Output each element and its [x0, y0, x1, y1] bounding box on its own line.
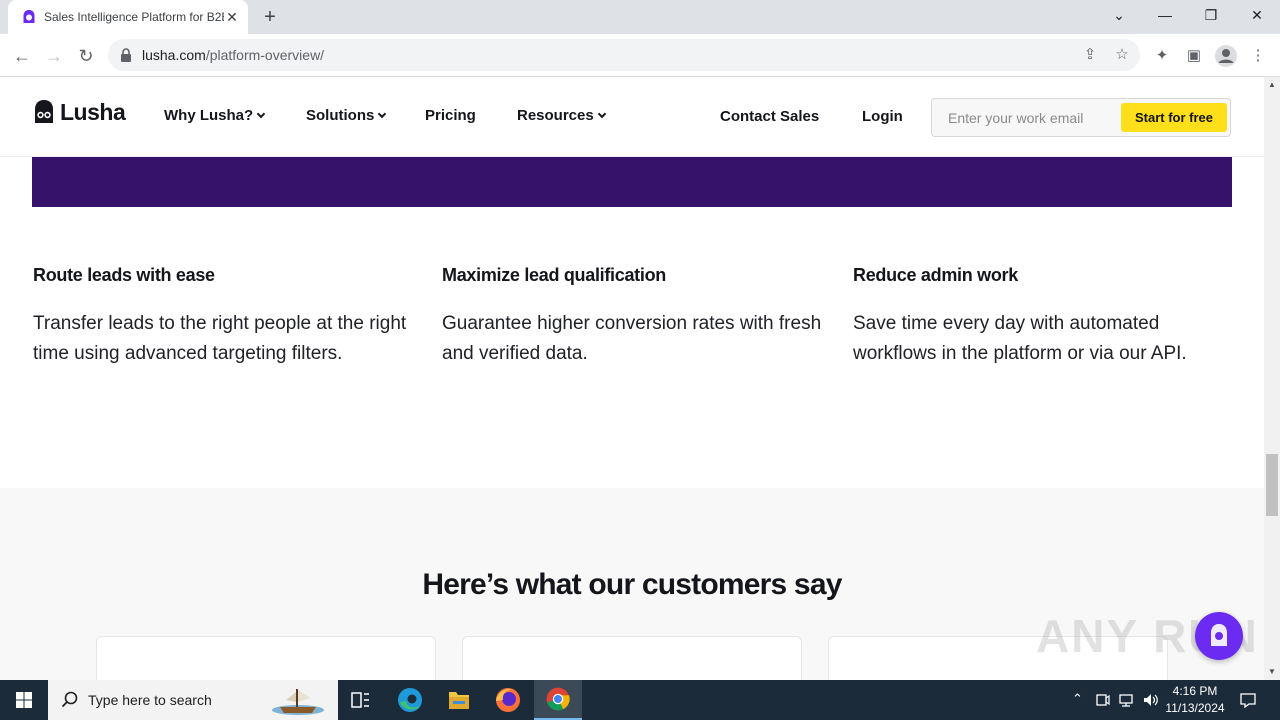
feature-title: Reduce admin work — [853, 265, 1018, 285]
volume-icon[interactable] — [1142, 691, 1160, 709]
chat-widget-button[interactable] — [1195, 612, 1243, 660]
feature-body: Guarantee higher conversion rates with f… — [442, 313, 822, 364]
taskbar-search-box[interactable]: Type here to search — [48, 680, 338, 720]
forward-icon[interactable]: → — [40, 42, 68, 70]
nav-pricing[interactable]: Pricing — [425, 107, 476, 124]
nav-why-lusha[interactable]: Why Lusha? — [164, 107, 266, 124]
search-icon — [61, 691, 78, 708]
scroll-down-arrow-icon[interactable]: ▼ — [1264, 664, 1280, 680]
nav-resources-label: Resources — [517, 107, 594, 124]
hero-media-band — [32, 157, 1232, 207]
browser-tab-active[interactable]: Sales Intelligence Platform for B2B ✕ — [8, 0, 248, 34]
side-panel-icon[interactable]: ▣ — [1181, 43, 1207, 69]
task-view-icon[interactable] — [336, 680, 384, 720]
taskbar-search-placeholder: Type here to search — [88, 692, 212, 708]
tab-title: Sales Intelligence Platform for B2B — [44, 10, 224, 24]
nav-why-lusha-label: Why Lusha? — [164, 107, 254, 124]
feature-body: Transfer leads to the right people at th… — [33, 313, 407, 364]
address-bar[interactable]: lusha.com/platform-overview/ ⇪ ☆ — [108, 39, 1140, 71]
url-path: /platform-overview/ — [205, 47, 325, 63]
login-link[interactable]: Login — [862, 108, 903, 125]
testimonials-heading: Here’s what our customers say — [422, 568, 842, 601]
feature-title: Route leads with ease — [33, 265, 215, 285]
work-email-input[interactable] — [933, 100, 1117, 135]
brand-name: Lusha — [60, 99, 126, 125]
signup-form: Start for free — [931, 98, 1231, 137]
windows-start-icon[interactable] — [0, 680, 48, 720]
lock-icon[interactable] — [120, 48, 132, 62]
minimize-window-button[interactable]: — — [1142, 0, 1188, 30]
file-explorer-icon[interactable] — [435, 680, 483, 720]
nav-solutions[interactable]: Solutions — [306, 107, 387, 124]
restore-window-button[interactable]: ❐ — [1188, 0, 1234, 30]
system-clock[interactable]: 4:16 PM 11/13/2024 — [1160, 683, 1230, 717]
feature-body: Save time every day with automated workf… — [853, 313, 1187, 364]
profile-avatar-icon[interactable] — [1213, 43, 1239, 69]
close-window-button[interactable]: ✕ — [1234, 0, 1280, 30]
feature-reduce-admin: Reduce admin work Save time every day wi… — [853, 265, 1233, 369]
chat-icon — [1211, 624, 1227, 646]
browser-menu-kebab-icon[interactable]: ⋮ — [1245, 43, 1271, 69]
lusha-logo-mark-icon — [35, 100, 53, 123]
nav-solutions-label: Solutions — [306, 107, 375, 124]
bookmark-star-icon[interactable]: ☆ — [1112, 45, 1132, 65]
reload-icon[interactable]: ↻ — [72, 42, 100, 70]
browser-tab-bar: Sales Intelligence Platform for B2B ✕ + … — [0, 0, 1280, 34]
windows-taskbar: Type here to search ⌃ 4:16 PM 11/13/2024 — [0, 680, 1280, 720]
tab-search-dropdown-icon[interactable]: ⌄ — [1096, 0, 1142, 30]
url-text[interactable]: lusha.com/platform-overview/ — [142, 47, 324, 63]
feature-route-leads: Route leads with ease Transfer leads to … — [33, 265, 423, 369]
nav-pricing-label: Pricing — [425, 107, 476, 124]
firefox-icon[interactable] — [484, 680, 532, 720]
search-highlight-illustration-icon — [272, 689, 324, 715]
tab-close-icon[interactable]: ✕ — [223, 8, 241, 26]
scroll-thumb[interactable] — [1266, 454, 1278, 516]
scroll-up-arrow-icon[interactable]: ▲ — [1264, 77, 1280, 93]
browser-toolbar: ← → ↻ lusha.com/platform-overview/ ⇪ ☆ ✦… — [0, 34, 1280, 77]
chevron-down-icon — [256, 109, 266, 119]
url-domain: lusha.com — [142, 47, 206, 63]
nav-resources[interactable]: Resources — [517, 107, 606, 124]
site-header: Lusha Why Lusha? Solutions Pricing Resou… — [0, 77, 1264, 157]
chevron-down-icon — [378, 109, 387, 119]
contact-sales-link[interactable]: Contact Sales — [720, 108, 819, 125]
chrome-icon[interactable] — [534, 680, 582, 720]
share-icon[interactable]: ⇪ — [1080, 45, 1100, 65]
back-icon[interactable]: ← — [8, 42, 36, 70]
show-hidden-icons-chevron-icon[interactable]: ⌃ — [1072, 691, 1083, 707]
edge-browser-icon[interactable] — [386, 680, 434, 720]
notifications-icon[interactable] — [1238, 690, 1258, 710]
lusha-favicon-icon — [23, 10, 35, 23]
extensions-puzzle-icon[interactable]: ✦ — [1149, 43, 1175, 69]
testimonial-card — [462, 636, 802, 680]
clock-date: 11/13/2024 — [1165, 701, 1225, 715]
network-icon[interactable] — [1118, 691, 1136, 709]
clock-time: 4:16 PM — [1172, 684, 1218, 698]
testimonial-card — [96, 636, 436, 680]
feature-lead-qualification: Maximize lead qualification Guarantee hi… — [442, 265, 832, 369]
page-viewport: Lusha Why Lusha? Solutions Pricing Resou… — [0, 77, 1264, 680]
page-scrollbar[interactable]: ▲ ▼ — [1264, 77, 1280, 680]
new-tab-button[interactable]: + — [258, 6, 282, 28]
meet-now-icon[interactable] — [1095, 691, 1111, 709]
chevron-down-icon — [597, 109, 606, 119]
feature-title: Maximize lead qualification — [442, 265, 666, 285]
start-for-free-button[interactable]: Start for free — [1121, 103, 1227, 132]
